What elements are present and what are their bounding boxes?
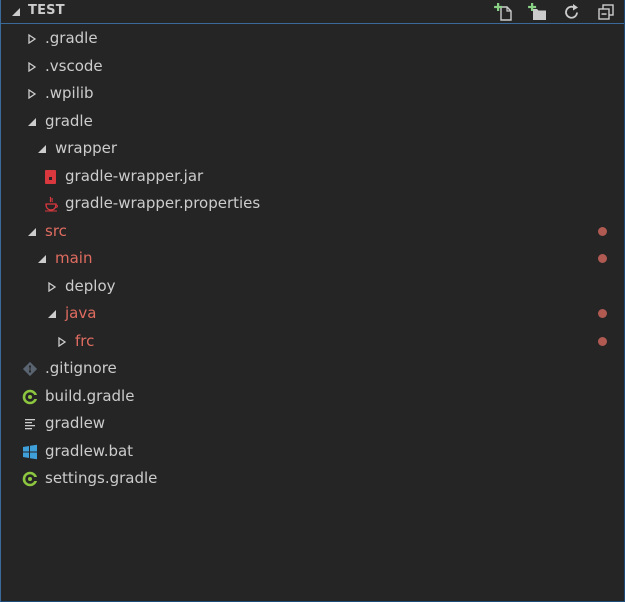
tree-item-label: src	[45, 221, 67, 240]
windows-file-icon	[22, 444, 38, 460]
tree-item-dot-vscode[interactable]: .vscode	[1, 53, 624, 81]
tree-item-label: settings.gradle	[45, 469, 158, 487]
tree-item-main[interactable]: main	[1, 245, 624, 273]
tree-item-label: gradle-wrapper.properties	[65, 194, 261, 212]
tree-item-wrapper[interactable]: wrapper	[1, 135, 624, 163]
tree-item-label: gradlew	[45, 414, 106, 432]
collapse-all-button[interactable]	[594, 2, 618, 22]
tree-item-build-gradle[interactable]: build.gradle	[1, 383, 624, 411]
tree-item-frc[interactable]: frc	[1, 328, 624, 356]
tree-item-gradle-wrapper-jar[interactable]: gradle-wrapper.jar	[1, 163, 624, 191]
tree-item-label: .gitignore	[45, 359, 117, 377]
tree-item-label: main	[55, 249, 93, 267]
new-folder-icon	[528, 3, 546, 20]
tree-item-label: build.gradle	[45, 386, 135, 405]
chevron-right-icon[interactable]	[47, 281, 57, 292]
tree-item-label: .gradle	[45, 29, 98, 47]
chevron-down-icon[interactable]	[47, 309, 57, 319]
tree-item-dot-wpilib[interactable]: .wpilib	[1, 80, 624, 108]
tree-item-label: .vscode	[45, 56, 103, 75]
chevron-right-icon[interactable]	[27, 89, 37, 99]
tree-item-deploy[interactable]: deploy	[1, 273, 624, 301]
chevron-right-icon[interactable]	[57, 336, 67, 347]
tree-item-gradle[interactable]: gradle	[1, 108, 624, 136]
tree-item-label: gradle-wrapper.jar	[65, 166, 204, 185]
refresh-icon	[565, 4, 578, 19]
header-actions	[492, 2, 618, 22]
chevron-down-icon[interactable]	[27, 227, 37, 237]
modified-indicator-dot	[598, 309, 607, 318]
tree-item-gradle-wrapper-properties[interactable]: gradle-wrapper.properties	[1, 190, 624, 218]
new-file-icon	[494, 3, 512, 21]
collapse-all-icon	[598, 4, 614, 20]
tree-item-label: frc	[75, 331, 95, 350]
new-file-button[interactable]	[492, 2, 516, 22]
chevron-down-icon[interactable]	[37, 254, 47, 264]
chevron-right-icon[interactable]	[27, 34, 37, 44]
gradle-file-icon	[22, 389, 38, 405]
refresh-button[interactable]	[560, 2, 584, 22]
tree-item-label: gradlew.bat	[45, 441, 134, 460]
explorer-panel: TEST .gradle .vscode .wpilib gradle wrap…	[0, 0, 625, 602]
modified-indicator-dot	[598, 254, 607, 263]
tree-item-settings-gradle[interactable]: settings.gradle	[1, 465, 624, 493]
workspace-title: TEST	[28, 3, 65, 18]
chevron-right-icon[interactable]	[27, 61, 37, 72]
gradle-file-icon	[22, 471, 38, 487]
tree-item-gradlew[interactable]: gradlew	[1, 410, 624, 438]
tree-item-label: .wpilib	[45, 84, 94, 102]
tree-item-label: wrapper	[55, 139, 118, 157]
tree-item-label: deploy	[65, 276, 116, 295]
tree-item-gitignore[interactable]: .gitignore	[1, 355, 624, 383]
tree-item-label: gradle	[45, 111, 93, 130]
collapse-section-icon[interactable]	[11, 7, 21, 17]
tree-item-src[interactable]: src	[1, 218, 624, 246]
explorer-header[interactable]: TEST	[1, 0, 624, 24]
new-folder-button[interactable]	[526, 2, 550, 22]
chevron-down-icon[interactable]	[37, 144, 47, 154]
jar-file-icon	[43, 169, 59, 185]
git-file-icon	[22, 361, 38, 377]
text-lines-file-icon	[22, 416, 38, 432]
tree-item-dot-gradle[interactable]: .gradle	[1, 25, 624, 53]
modified-indicator-dot	[598, 226, 607, 236]
tree-item-gradlew-bat[interactable]: gradlew.bat	[1, 438, 624, 466]
tree-item-java[interactable]: java	[1, 300, 624, 328]
chevron-down-icon[interactable]	[27, 117, 37, 127]
modified-indicator-dot	[598, 336, 607, 346]
file-tree: .gradle .vscode .wpilib gradle wrapper g…	[1, 25, 624, 493]
tree-item-label: java	[65, 304, 97, 322]
java-properties-icon	[43, 196, 59, 212]
